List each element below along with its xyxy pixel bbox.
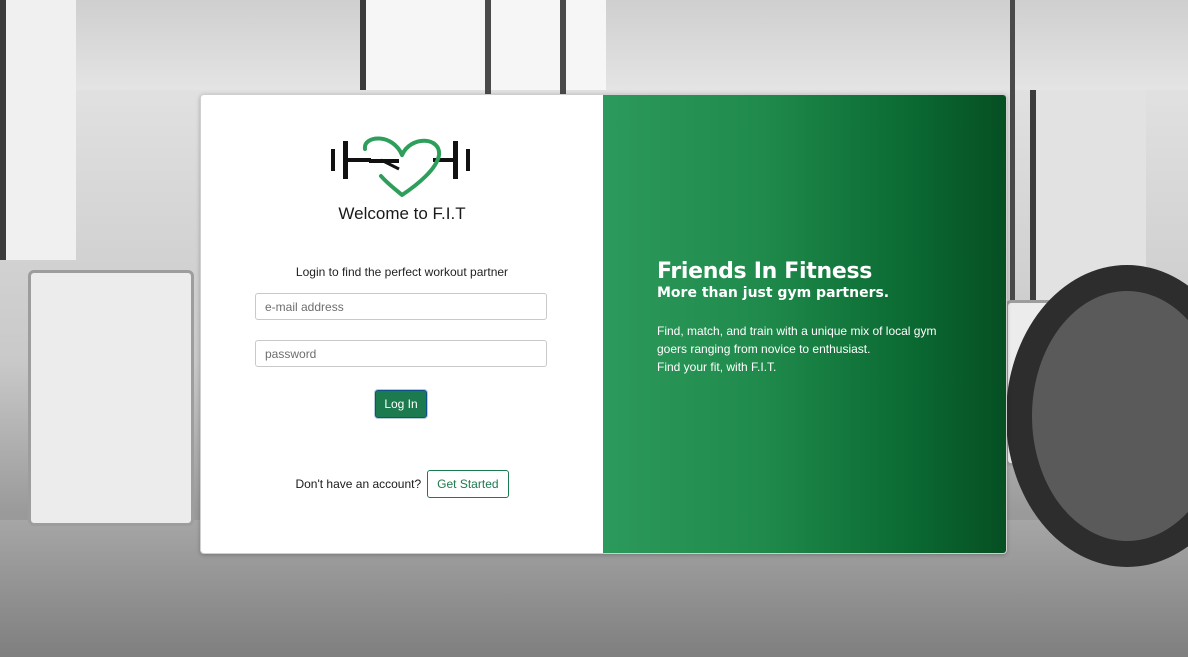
login-subtitle: Login to find the perfect workout partne… [295, 265, 509, 279]
dumbbell-heart-icon [331, 136, 470, 197]
background-window [0, 0, 76, 260]
background-beam [560, 0, 566, 94]
signup-prompt: Don't have an account? [295, 477, 422, 491]
hero-subtitle: More than just gym partners. [657, 285, 890, 301]
signup-row: Don't have an account? Get Started [201, 470, 603, 498]
login-card: Welcome to F.I.T Login to find the perfe… [200, 94, 1007, 554]
hero-description-line: Find, match, and train with a unique mix… [657, 324, 937, 338]
hero-panel: Friends In Fitness More than just gym pa… [603, 95, 1006, 553]
password-field[interactable] [255, 340, 547, 367]
background-beam [485, 0, 491, 94]
welcome-heading: Welcome to F.I.T [338, 204, 466, 223]
background-treadmill [28, 270, 194, 526]
background-beam [1010, 0, 1015, 300]
hero-description: Find, match, and train with a unique mix… [657, 322, 957, 376]
hero-description-line: Find your fit, with F.I.T. [657, 360, 777, 374]
login-panel: Welcome to F.I.T Login to find the perfe… [201, 95, 603, 553]
login-button[interactable]: Log In [375, 390, 427, 418]
hero-description-line: goers ranging from novice to enthusiast. [657, 342, 871, 356]
get-started-button[interactable]: Get Started [427, 470, 509, 498]
email-field[interactable] [255, 293, 547, 320]
hero-title: Friends In Fitness [657, 259, 873, 284]
background-window [360, 0, 606, 90]
